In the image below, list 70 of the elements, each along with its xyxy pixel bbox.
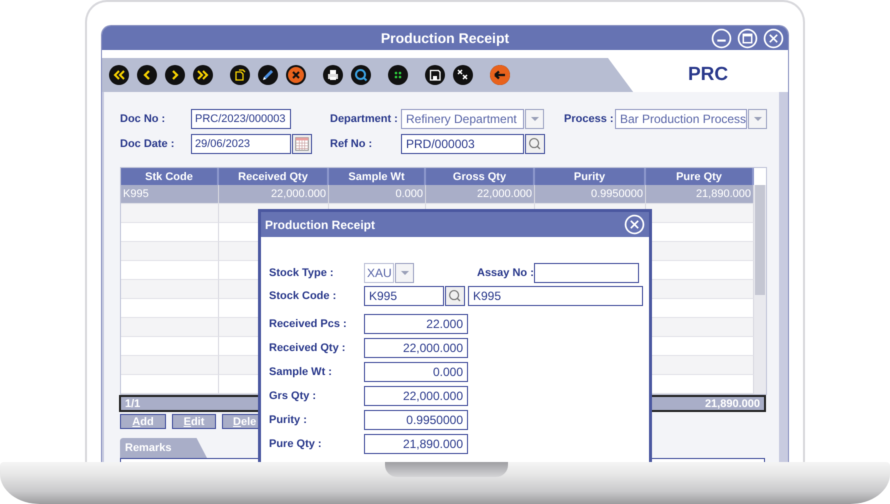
field-label: Process : [564,113,615,125]
x-icon[interactable] [286,65,306,85]
record-count: 1/1 [125,398,140,410]
dots-icon[interactable] [388,65,408,85]
column-header: Gross Qty [426,168,535,185]
dialog-title: Production Receipt [265,218,376,232]
document-icon[interactable] [230,65,250,85]
table-cell: K995 [121,185,219,204]
search-icon[interactable] [445,286,465,306]
date-field[interactable]: 29/06/2023 [191,134,291,154]
dropdown-field[interactable]: XAU [364,263,394,283]
field-label: Ref No : [330,138,374,150]
field-label: Grs Qty : [269,390,318,402]
input-field[interactable]: 22,000.000 [364,386,468,406]
field-label: Stock Type : [269,267,335,279]
printer-icon[interactable] [323,65,343,85]
field-label: Sample Wt : [269,366,333,378]
field-label: Assay No : [477,267,534,279]
chevron-left-icon[interactable] [137,65,157,85]
window-title: Production Receipt [380,30,510,46]
form-code: PRC [688,64,728,86]
column-header: Purity [535,168,646,185]
field-label: Doc Date : [120,138,176,150]
field-label: Pure Qty : [269,438,323,450]
input-field[interactable]: 0.9950000 [364,410,468,430]
calendar-icon[interactable] [292,134,312,154]
floppy-disk-icon[interactable] [425,65,445,85]
input-field[interactable]: 22,000.000 [364,338,468,358]
chevron-right-icon[interactable] [165,65,185,85]
field-label: Received Pcs : [269,318,348,330]
x-letters-icon[interactable] [453,65,473,85]
table-cell: 22,000.000 [219,185,329,204]
column-header: Received Qty [219,168,329,185]
column-header: Sample Wt [329,168,426,185]
double-chevron-left-icon[interactable] [109,65,129,85]
arrow-left-icon[interactable] [490,65,510,85]
close-icon[interactable] [763,28,784,49]
table-cell: 21,890.000 [646,185,754,204]
column-header: Pure Qty [646,168,754,185]
search-icon[interactable] [525,134,545,154]
input-field[interactable]: 0.000 [364,362,468,382]
table-cell: 22,000.000 [426,185,535,204]
field-label: Department : [330,113,399,125]
dropdown-arrow-icon [530,116,540,122]
double-chevron-right-icon[interactable] [193,65,213,85]
input-field[interactable]: 22.000 [364,314,468,334]
search-icon[interactable] [351,65,371,85]
maximize-icon[interactable] [737,28,758,49]
dropdown-arrow-icon [752,116,762,122]
table-cell: 0.9950000 [535,185,646,204]
lookup-field[interactable]: PRD/000003 [401,134,524,154]
total-value: 21,890.000 [704,398,760,410]
field-label: Stock Code : [269,290,338,302]
scrollbar[interactable] [754,185,766,394]
input-field[interactable]: 21,890.000 [364,434,468,454]
field-label: Doc No : [120,113,166,125]
dropdown-field[interactable]: Bar Production Process [615,109,747,129]
input-field[interactable] [534,263,639,283]
minimize-icon[interactable] [711,28,732,49]
input-field[interactable]: PRC/2023/000003 [191,109,291,129]
dropdown-field[interactable]: Refinery Department [401,109,524,129]
input-field[interactable]: K995 [468,286,643,306]
field-label: Purity : [269,414,308,426]
column-header: Stk Code [121,168,219,185]
input-field[interactable]: K995 [364,286,444,306]
dropdown-arrow-icon [400,270,410,276]
pencil-icon[interactable] [258,65,278,85]
field-label: Received Qty : [269,342,346,354]
table-cell: 0.000 [329,185,426,204]
close-icon[interactable] [624,214,645,235]
